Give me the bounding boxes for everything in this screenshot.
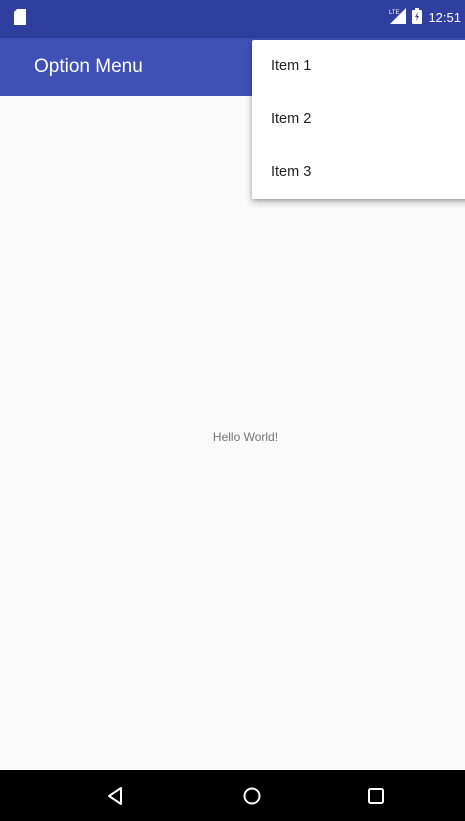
recents-icon[interactable] — [364, 784, 388, 808]
back-icon[interactable] — [104, 784, 128, 808]
navigation-bar — [0, 770, 465, 821]
status-bar: LTE 12:51 — [0, 0, 465, 38]
sd-card-icon — [14, 9, 26, 25]
status-icons: LTE 12:51 — [388, 7, 461, 29]
hello-text: Hello World! — [212, 430, 279, 444]
network-type-label: LTE — [389, 10, 400, 16]
options-menu: Item 1 Item 2 Item 3 — [252, 40, 465, 199]
battery-icon — [412, 7, 423, 29]
menu-item-3[interactable]: Item 3 — [252, 146, 465, 199]
status-time: 12:51 — [428, 10, 461, 25]
menu-item-2[interactable]: Item 2 — [252, 93, 465, 146]
home-icon[interactable] — [240, 784, 264, 808]
signal-icon: LTE — [388, 7, 407, 29]
app-title: Option Menu — [34, 56, 143, 77]
menu-item-1[interactable]: Item 1 — [252, 40, 465, 93]
screen: LTE 12:51 Option Menu Hello World! Item … — [0, 0, 465, 821]
